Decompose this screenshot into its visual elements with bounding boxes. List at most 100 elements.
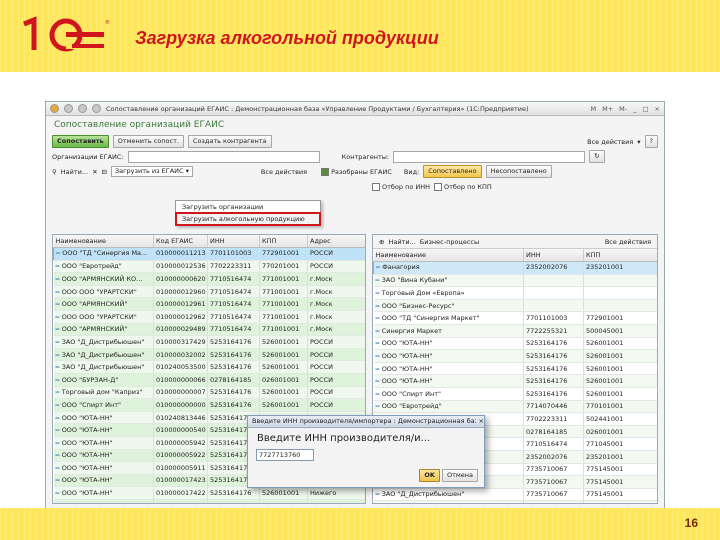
cell-name: ═ Группа Компаний ТА (373, 500, 524, 503)
table-row[interactable]: ═ ООО "Евротрейд" 7714070446 770101001 (373, 400, 657, 414)
table-row[interactable]: ═ ООО "ЮТА-НН"01000001741252531641765260… (53, 499, 365, 503)
search-options-icon[interactable]: ⊟ (102, 168, 107, 176)
column-header-name[interactable]: Наименование (373, 249, 524, 262)
table-row[interactable]: ═ ООО "Спирт Инт" 5253164176 526001001 (373, 387, 657, 401)
forward-icon[interactable] (78, 104, 87, 113)
match-button[interactable]: Сопоставить (52, 135, 109, 148)
ok-button[interactable]: OK (419, 469, 440, 482)
cell-address: РОССИ (307, 348, 365, 362)
cell-kpp: 235201001 (583, 261, 657, 275)
table-row[interactable]: ═ ООО "ТД "Синергия Маркет" 7701101003 772… (373, 311, 657, 325)
inn-input-dialog: Введите ИНН производителя/импортера : Де… (247, 415, 485, 488)
cell-name: ═ ЗАО "Д_Дистрибьюшен" (373, 488, 524, 502)
table-row[interactable]: ═ ООО "АРМЯНСКИЙ" 010000029489 7710516474 7… (53, 323, 365, 337)
clear-search-icon[interactable]: ✕ (92, 168, 97, 176)
table-row[interactable]: ═ ООО "Спирт Инт" 010000000000 5253164176 5… (53, 398, 365, 412)
column-header-address[interactable]: Адрес (307, 235, 365, 248)
chevron-down-icon[interactable]: ▾ (637, 138, 640, 146)
filter-select[interactable]: Несопоставлено (485, 165, 552, 178)
svg-text:®: ® (105, 19, 110, 26)
column-header-code[interactable]: Код ЕГАИС (153, 235, 208, 248)
table-row[interactable]: ═ Группа Компаний ТА (373, 500, 657, 503)
table-row[interactable]: ═ ООО "ЮТА-НН" 5253164176 526001001 (373, 362, 657, 376)
table-row[interactable]: ═ ООО "Евротрейд" 010000012536 7702223311 7… (53, 260, 365, 274)
minimize-icon[interactable]: _ (633, 105, 636, 113)
table-row[interactable]: ═ ООО "ТД "Синергия Ма... 010000011213 770… (53, 247, 365, 261)
type-select[interactable]: Сопоставлено (423, 165, 482, 178)
memory-icon[interactable]: M (591, 105, 597, 113)
column-header-inn[interactable]: ИНН (207, 235, 260, 248)
cell-inn: 2352002076 (523, 261, 584, 275)
goto-menu[interactable]: Бизнес-процессы (420, 238, 479, 246)
memory-minus-icon[interactable]: M- (619, 105, 627, 113)
table-row[interactable]: ═ ЗАО "Д_Дистрибьюшен" 010240053500 525316… (53, 360, 365, 374)
counterparty-input[interactable] (393, 150, 586, 163)
table-row[interactable]: ═ ООО "БУРЗАН-Д" 010000000066 0278164185 02… (53, 373, 365, 387)
table-row[interactable]: ═ ЗАО "Д_Дистрибьюшен" 010000317429 525316… (53, 335, 365, 349)
create-counterparty-button[interactable]: Создать контрагента (187, 135, 272, 148)
column-header-kpp[interactable]: КПП (583, 249, 657, 262)
window-controls: M M+ M- _ □ × (591, 105, 661, 113)
right-find-label[interactable]: Найти... (388, 238, 415, 246)
egais-org-input[interactable] (127, 150, 320, 163)
dialog-close-icon[interactable]: × (479, 416, 484, 427)
maximize-icon[interactable]: □ (642, 105, 648, 113)
table-row[interactable]: ═ ЗАО "Вина Кубани" (373, 274, 657, 288)
table-row[interactable]: ═ ООО ООО "УРАРТСКИ" 010000012962 77105164… (53, 310, 365, 324)
table-row[interactable]: ═ ЗАО "Д_Дистрибьюшен" 010000032002 525316… (53, 348, 365, 362)
filter-by-kpp-checkbox[interactable]: Отбор по КПП (434, 182, 492, 191)
left-find-label[interactable]: Найти... (61, 168, 88, 176)
menu-item-load-alcohol-products[interactable]: Загрузить алкогольную продукцию (175, 212, 321, 226)
cell-kpp: 026001001 (583, 425, 657, 439)
cell-kpp: 771001001 (259, 297, 308, 311)
form-title: Сопоставление организаций ЕГАИС (54, 120, 225, 130)
cell-kpp: 771001001 (259, 310, 308, 324)
table-row[interactable]: ═ ООО "ЮТА-НН" 5253164176 526001001 (373, 337, 657, 351)
cell-name-text: ООО "Евротрейд" (61, 262, 122, 271)
cell-code: 010000017422 (153, 486, 208, 500)
inn-input[interactable]: 7727713760 (256, 449, 314, 461)
help-button[interactable]: ? (644, 135, 658, 148)
filter-by-inn-checkbox[interactable]: Отбор по ИНН (372, 182, 430, 191)
table-row[interactable]: ═ ООО "АРМЯНСКИЙ" 010000012961 7710516474 7… (53, 297, 365, 311)
show-egais-checkbox[interactable]: Разобраны ЕГАИС (321, 167, 392, 176)
back-icon[interactable] (64, 104, 73, 113)
binoculars-icon[interactable]: ⚲ (52, 168, 57, 176)
cell-code: 010000017412 (153, 499, 208, 503)
table-row[interactable]: ═ ЗАО "Д_Дистрибьюшен"773571006777514500… (373, 488, 657, 502)
column-header-name[interactable]: Наименование (53, 235, 154, 248)
star-icon[interactable] (92, 104, 101, 113)
table-row[interactable]: ═ ООО "ЮТА-НН" 010000017422 5253164176 5260… (53, 486, 365, 500)
cancel-button[interactable]: Отмена (441, 469, 478, 482)
cell-name-text: ООО "ТД "Синергия Маркет" (381, 314, 480, 323)
table-row[interactable]: ═ Торговый дом "Каприз" 010000000007 52531… (53, 386, 365, 400)
column-header-kpp[interactable]: КПП (259, 235, 308, 248)
close-icon[interactable]: × (655, 105, 660, 113)
cancel-match-button[interactable]: Отменить сопост. (112, 135, 184, 148)
table-row[interactable]: ═ ООО "Бизнес-Ресурс" (373, 299, 657, 313)
table-row[interactable]: ═ ООО ООО "УРАРТСКИ" 010000012960 77105164… (53, 285, 365, 299)
cell-inn: 7714070446 (523, 400, 584, 414)
cell-inn: 5253164176 (207, 486, 260, 500)
load-from-egais-dropdown[interactable]: Загрузить из ЕГАИС ▾ (110, 166, 193, 177)
table-row[interactable]: ═ Фанагория 2352002076 235201001 (373, 261, 657, 275)
table-row[interactable]: ═ Синергия Маркет 7722255321 500045001 (373, 324, 657, 338)
refresh-button[interactable]: ↻ (589, 150, 605, 163)
cell-kpp: 526001001 (259, 348, 308, 362)
cell-name-text: ООО "ЮТА-НН" (381, 364, 433, 373)
table-row[interactable]: ═ ООО "ЮТА-НН" 5253164176 526001001 (373, 349, 657, 363)
memory-plus-icon[interactable]: M+ (602, 105, 613, 113)
all-actions-menu[interactable]: Все действия (587, 138, 633, 146)
table-header: Наименование ИНН КПП (373, 249, 657, 262)
left-all-actions[interactable]: Все действия (261, 168, 307, 176)
menu-item-load-organizations[interactable]: Загрузить организации (176, 201, 320, 213)
cell-name: ═ ООО "ТД "Синергия Маркет" (373, 311, 524, 325)
table-row[interactable]: ═ Торговый Дом «Европа» (373, 286, 657, 300)
right-all-actions[interactable]: Все действия (605, 238, 651, 246)
cell-kpp (583, 274, 657, 288)
table-row[interactable]: ═ ООО "АРМЯНСКИЙ КО... 010000000620 771051… (53, 272, 365, 286)
add-icon[interactable]: ⊕ (379, 238, 384, 246)
table-row[interactable]: ═ ООО "ЮТА-НН" 5253164176 526001001 (373, 374, 657, 388)
column-header-inn[interactable]: ИНН (523, 249, 584, 262)
cell-name-text: ЗАО "Д_Дистрибьюшен" (61, 363, 145, 372)
